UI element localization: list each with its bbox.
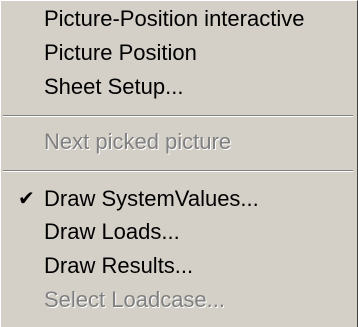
menu-item-label: Sheet Setup...	[44, 74, 184, 99]
menu-separator	[3, 170, 353, 172]
menu-item-label: Draw SystemValues...	[44, 186, 259, 211]
menu-item-next-picked-picture: Next picked picture	[1, 126, 357, 158]
menu-item-picture-position-interactive[interactable]: Picture-Position interactive	[1, 3, 357, 35]
menu-item-draw-systemvalues[interactable]: ✔ Draw SystemValues...	[1, 183, 357, 215]
menu-item-label: Draw Results...	[44, 253, 194, 278]
checkmark-icon: ✔	[18, 188, 35, 210]
menu-item-draw-loads[interactable]: Draw Loads...	[1, 216, 357, 248]
menu-item-label: Picture Position	[44, 40, 197, 65]
menu-separator	[3, 115, 353, 117]
menu-item-label: Next picked picture	[44, 129, 232, 154]
menu-item-select-loadcase: Select Loadcase...	[1, 284, 357, 316]
context-menu: Picture-Position interactive Picture Pos…	[0, 0, 358, 327]
menu-item-label: Picture-Position interactive	[44, 6, 305, 31]
menu-item-picture-position[interactable]: Picture Position	[1, 37, 357, 69]
menu-item-draw-results[interactable]: Draw Results...	[1, 250, 357, 282]
menu-item-sheet-setup[interactable]: Sheet Setup...	[1, 71, 357, 103]
menu-item-label: Select Loadcase...	[44, 287, 226, 312]
menu-item-label: Draw Loads...	[44, 219, 180, 244]
